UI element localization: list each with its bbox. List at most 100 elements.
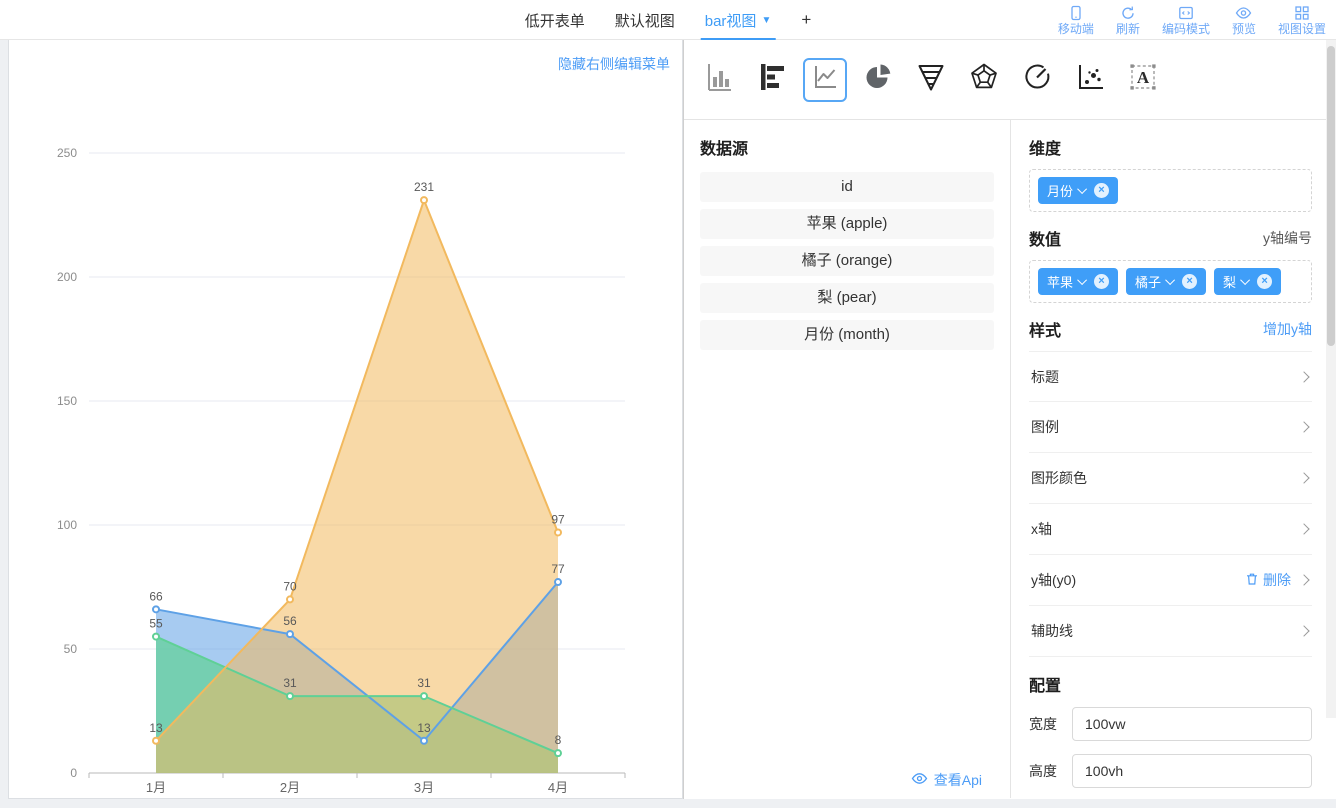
metric-tag-orange[interactable]: 橘子 × [1126, 268, 1206, 295]
style-item-title[interactable]: 标题 [1029, 351, 1312, 402]
add-view-button[interactable]: + [801, 0, 811, 40]
chevron-down-icon[interactable] [1240, 275, 1250, 285]
field-orange[interactable]: 橘子 (orange) [700, 246, 994, 276]
chart-canvas-panel: 隐藏右侧编辑菜单 0501001502002501月2月3月4月66561377… [8, 40, 683, 799]
tab-bar-view[interactable]: bar视图 ▼ [705, 0, 772, 40]
navbar-actions: 移动端 刷新 编码模式 [1058, 0, 1326, 40]
trash-icon [1245, 572, 1259, 589]
view-settings-icon [1294, 5, 1310, 21]
svg-text:231: 231 [414, 180, 434, 194]
height-label: 高度 [1029, 761, 1059, 781]
svg-text:77: 77 [551, 562, 565, 576]
metric-tag-apple[interactable]: 苹果 × [1038, 268, 1118, 295]
chart-type-pie-button[interactable] [856, 58, 900, 102]
field-pear[interactable]: 梨 (pear) [700, 283, 994, 313]
svg-text:97: 97 [551, 512, 565, 526]
chevron-right-icon [1298, 523, 1309, 534]
preview-icon [1235, 5, 1252, 21]
svg-text:A: A [1137, 68, 1150, 87]
style-item-guide-lines[interactable]: 辅助线 [1029, 606, 1312, 657]
dimension-tag-month[interactable]: 月份 × [1038, 177, 1118, 204]
refresh-button[interactable]: 刷新 [1116, 5, 1140, 35]
dimension-dropzone[interactable]: 月份 × [1029, 169, 1312, 212]
metrics-dropzone[interactable]: 苹果 × 橘子 × 梨 × [1029, 260, 1312, 303]
editor-body: 数据源 id 苹果 (apple) 橘子 (orange) 梨 (pear) 月… [684, 120, 1336, 798]
svg-text:66: 66 [149, 589, 163, 603]
field-month[interactable]: 月份 (month) [700, 320, 994, 350]
bar-chart-icon [703, 61, 735, 98]
preview-button[interactable]: 预览 [1232, 5, 1256, 35]
y-axis-number-hint: y轴编号 [1263, 228, 1312, 248]
svg-text:50: 50 [64, 642, 78, 656]
chevron-right-icon [1298, 371, 1309, 382]
chevron-down-icon[interactable]: ▼ [761, 15, 771, 26]
svg-text:13: 13 [417, 721, 431, 735]
panel-scrollbar[interactable] [1326, 40, 1336, 718]
add-y-axis-link[interactable]: 增加y轴 [1263, 319, 1312, 339]
field-id[interactable]: id [700, 172, 994, 202]
scrollbar-thumb[interactable] [1327, 46, 1335, 346]
view-tabs: 低开表单 默认视图 bar视图 ▼ + [525, 0, 812, 40]
style-list: 标题 图例 图形颜色 x轴 y轴(y0) [1029, 351, 1312, 657]
metrics-title: 数值 [1029, 226, 1061, 250]
style-title: 样式 [1029, 317, 1061, 341]
width-input[interactable] [1072, 707, 1312, 741]
remove-tag-icon[interactable]: × [1257, 274, 1272, 289]
tab-low-code-form[interactable]: 低开表单 [525, 0, 585, 40]
mobile-icon [1068, 5, 1084, 21]
delete-y-axis-button[interactable]: 删除 [1245, 570, 1291, 590]
chevron-down-icon[interactable] [1165, 275, 1175, 285]
dimension-title: 维度 [1029, 135, 1312, 159]
svg-text:31: 31 [417, 676, 431, 690]
style-item-x-axis[interactable]: x轴 [1029, 504, 1312, 555]
mobile-button[interactable]: 移动端 [1058, 5, 1094, 35]
chart-type-radar-button[interactable] [962, 58, 1006, 102]
svg-text:3月: 3月 [414, 780, 434, 795]
chevron-right-icon [1298, 421, 1309, 432]
view-api-link[interactable]: 查看Api [911, 770, 982, 790]
chart-type-bar-button[interactable] [697, 58, 741, 102]
chart-type-scatter-button[interactable] [1068, 58, 1112, 102]
area-line-chart[interactable]: 0501001502002501月2月3月4月66561377553131813… [9, 40, 682, 797]
chart-type-text-button[interactable]: A [1121, 58, 1165, 102]
svg-text:150: 150 [57, 394, 77, 408]
svg-text:70: 70 [283, 579, 297, 593]
style-item-y-axis[interactable]: y轴(y0) 删除 [1029, 555, 1312, 606]
chevron-down-icon[interactable] [1077, 184, 1087, 194]
chart-type-horizontal-bar-button[interactable] [750, 58, 794, 102]
chevron-right-icon [1298, 625, 1309, 636]
remove-tag-icon[interactable]: × [1094, 274, 1109, 289]
code-mode-button[interactable]: 编码模式 [1162, 5, 1210, 35]
scatter-chart-icon [1074, 61, 1106, 98]
chevron-down-icon[interactable] [1077, 275, 1087, 285]
style-item-legend[interactable]: 图例 [1029, 402, 1312, 453]
view-settings-button[interactable]: 视图设置 [1278, 5, 1326, 35]
style-item-colors[interactable]: 图形颜色 [1029, 453, 1312, 504]
hide-right-menu-link[interactable]: 隐藏右侧编辑菜单 [558, 54, 670, 74]
line-chart-icon [809, 61, 841, 98]
metric-tag-pear[interactable]: 梨 × [1214, 268, 1281, 295]
field-apple[interactable]: 苹果 (apple) [700, 209, 994, 239]
svg-text:56: 56 [283, 614, 297, 628]
tab-default-view[interactable]: 默认视图 [615, 0, 675, 40]
text-element-icon: A [1127, 61, 1159, 98]
refresh-icon [1120, 5, 1136, 21]
remove-tag-icon[interactable]: × [1182, 274, 1197, 289]
radar-chart-icon [968, 61, 1000, 98]
svg-text:250: 250 [57, 146, 77, 160]
chart-type-line-button[interactable] [803, 58, 847, 102]
chevron-right-icon [1298, 574, 1309, 585]
pie-chart-icon [862, 61, 894, 98]
height-input[interactable] [1072, 754, 1312, 788]
config-title: 配置 [1029, 672, 1312, 696]
chart-type-toolbar: A [684, 40, 1336, 120]
top-navbar: 低开表单 默认视图 bar视图 ▼ + 移动端 刷新 [0, 0, 1336, 40]
editor-region: A 数据源 id 苹果 (apple) 橘子 (orange) 梨 (pear)… [683, 40, 1336, 799]
remove-tag-icon[interactable]: × [1094, 183, 1109, 198]
eye-icon [911, 771, 928, 789]
chart-type-funnel-button[interactable] [909, 58, 953, 102]
datasource-title: 数据源 [700, 135, 994, 159]
svg-text:200: 200 [57, 270, 77, 284]
svg-text:55: 55 [149, 617, 163, 631]
chart-type-gauge-button[interactable] [1015, 58, 1059, 102]
